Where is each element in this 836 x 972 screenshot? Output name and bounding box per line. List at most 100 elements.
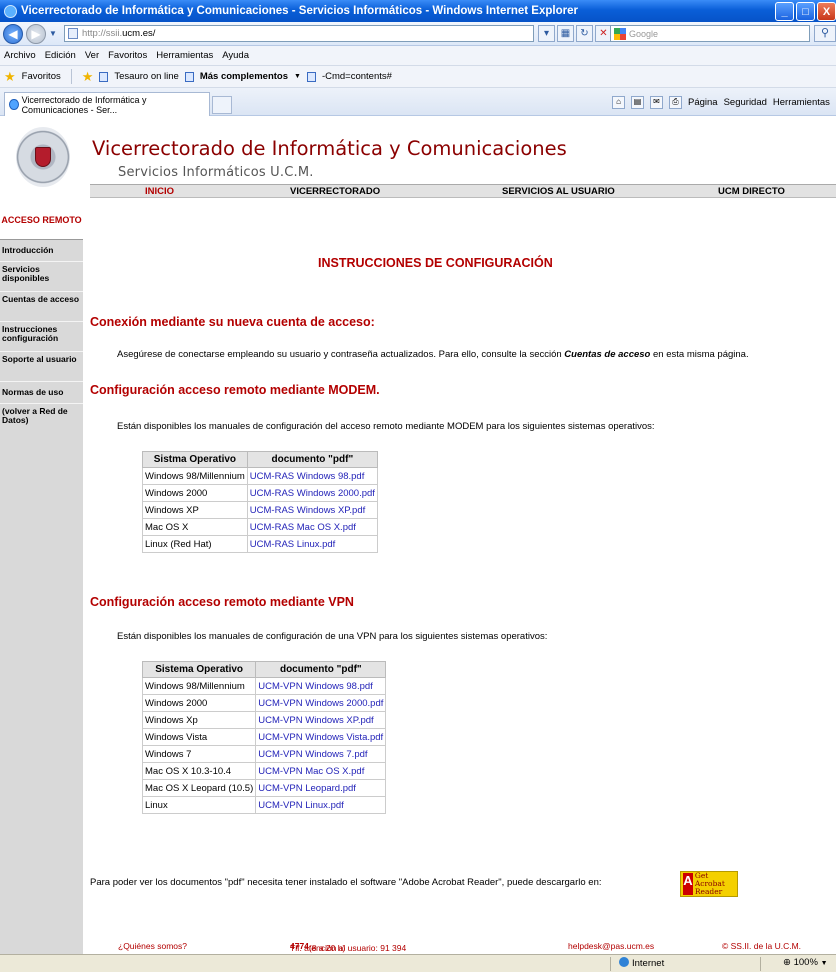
modem-table: Sistma Operativo documento "pdf" Windows… — [142, 451, 378, 553]
refresh-icon[interactable]: ↻ — [576, 25, 593, 42]
pdf-link[interactable]: UCM-RAS Windows 2000.pdf — [250, 488, 375, 499]
sidebar-item-soporte[interactable]: Soporte al usuario — [0, 352, 83, 382]
forward-button[interactable]: ▶ — [26, 23, 46, 44]
sidebar-item-normas[interactable]: Normas de uso — [0, 382, 83, 404]
security-zone[interactable]: Internet — [610, 957, 710, 971]
menu-archivo[interactable]: Archivo — [4, 50, 36, 61]
zoom-label: 100% — [793, 957, 818, 968]
tab-title: Vicerrectorado de Informática y Comunica… — [21, 94, 147, 115]
history-dropdown-icon[interactable]: ▼ — [49, 29, 57, 38]
pdf-link[interactable]: UCM-VPN Windows 7.pdf — [258, 749, 367, 760]
pdf-link[interactable]: UCM-RAS Windows XP.pdf — [250, 505, 365, 516]
sidebar-item-instrucciones[interactable]: Instrucciones configuración — [0, 322, 83, 352]
back-button[interactable]: ◀ — [3, 23, 23, 44]
menu-herramientas[interactable]: Herramientas — [156, 50, 213, 61]
sidebar-item-servicios[interactable]: Servicios disponibles — [0, 262, 83, 292]
acrobat-name-label: Acrobat Reader — [694, 879, 725, 896]
adobe-icon: A — [683, 873, 693, 895]
favorites-button[interactable]: Favoritos — [22, 71, 61, 82]
section-cuenta-title: Conexión mediante su nueva cuenta de acc… — [90, 315, 375, 329]
nav-inicio[interactable]: INICIO — [145, 186, 174, 197]
ie-icon — [9, 99, 19, 110]
pdf-link[interactable]: UCM-VPN Windows 98.pdf — [258, 681, 373, 692]
compat-icon[interactable]: ▦ — [557, 25, 574, 42]
pdf-link[interactable]: UCM-VPN Mac OS X.pdf — [258, 766, 364, 777]
search-icon[interactable]: ⚲ — [814, 25, 836, 42]
cuentas-acceso-link[interactable]: Cuentas de acceso — [564, 349, 650, 360]
os-cell: Windows 2000 — [141, 694, 257, 712]
section-vpn-title: Configuración acceso remoto mediante VPN — [90, 595, 354, 609]
fav-link-complementos[interactable]: Más complementos — [200, 71, 288, 82]
os-cell: Windows 98/Millennium — [142, 467, 248, 485]
url-dropdown-icon[interactable]: ▾ — [538, 25, 555, 42]
address-bar: ◀ ▶ ▼ http://ssii. ucm.es/ ▾ ▦ ↻ ✕ Google… — [0, 22, 836, 46]
url-prefix: http://ssii. — [82, 28, 123, 39]
zoom-icon: ⊕ — [783, 957, 791, 968]
footer-email-link[interactable]: helpdesk@pas.ucm.es — [568, 941, 654, 951]
sidebar-item-introduccion[interactable]: Introducción — [0, 240, 83, 262]
page-viewport: Vicerrectorado de Informática y Comunica… — [0, 117, 836, 954]
page-icon — [306, 71, 316, 82]
url-input[interactable]: http://ssii. ucm.es/ — [64, 25, 534, 42]
mail-icon[interactable]: ✉ — [650, 96, 663, 109]
sidebar: ACCESO REMOTO Introducción Servicios dis… — [0, 203, 83, 954]
print-icon[interactable]: ⎙ — [669, 96, 682, 109]
home-icon[interactable]: ⌂ — [612, 96, 625, 109]
seguridad-menu[interactable]: Seguridad — [724, 97, 767, 108]
footer-copyright: © SS.II. de la U.C.M. — [722, 941, 802, 951]
acrobat-reader-button[interactable]: A Get Acrobat Reader — [680, 871, 738, 897]
sidebar-item-cuentas[interactable]: Cuentas de acceso — [0, 292, 83, 322]
favorites-star-icon[interactable]: ★ — [4, 69, 16, 85]
nav-ucm-directo[interactable]: UCM DIRECTO — [718, 186, 785, 197]
sidebar-item-volver[interactable]: (volver a Red de Datos) — [0, 404, 83, 434]
table-header: documento "pdf" — [246, 451, 378, 468]
maximize-button[interactable]: □ — [796, 2, 815, 21]
table-header: Sistma Operativo — [142, 451, 248, 468]
table-header: Sistema Operativo — [141, 661, 257, 678]
zoom-control[interactable]: ⊕ 100% ▼ — [760, 957, 836, 971]
url-domain: ucm.es/ — [122, 28, 156, 39]
minimize-button[interactable]: _ — [775, 2, 794, 21]
nav-vicerrectorado[interactable]: VICERRECTORADO — [290, 186, 380, 197]
search-placeholder: Google — [629, 28, 659, 39]
add-favorite-icon[interactable]: ★ — [82, 69, 94, 85]
feeds-icon[interactable]: ▤ — [631, 96, 644, 109]
chevron-down-icon[interactable]: ▼ — [294, 73, 301, 80]
menu-edicion[interactable]: Edición — [45, 50, 76, 61]
ie-icon — [4, 4, 17, 18]
fav-link-cmd[interactable]: -Cmd=contents# — [322, 71, 392, 82]
os-cell: Windows Xp — [141, 711, 257, 729]
herramientas-menu[interactable]: Herramientas — [773, 97, 830, 108]
search-input[interactable]: Google — [610, 25, 810, 42]
browser-tab[interactable]: Vicerrectorado de Informática y Comunica… — [4, 92, 210, 116]
table-row: Windows XP UCM-RAS Windows XP.pdf — [142, 501, 378, 519]
table-row: Windows Xp UCM-VPN Windows XP.pdf — [141, 711, 387, 729]
pdf-link[interactable]: UCM-VPN Windows XP.pdf — [258, 715, 373, 726]
pagina-menu[interactable]: Página — [688, 97, 718, 108]
os-cell: Windows Vista — [141, 728, 257, 746]
menu-ayuda[interactable]: Ayuda — [222, 50, 249, 61]
os-cell: Linux — [141, 796, 257, 814]
menu-favoritos[interactable]: Favoritos — [108, 50, 147, 61]
nav-servicios-usuario[interactable]: SERVICIOS AL USUARIO — [502, 186, 615, 197]
page-title: INSTRUCCIONES DE CONFIGURACIÓN — [318, 256, 553, 270]
table-row: Windows 2000 UCM-VPN Windows 2000.pdf — [141, 694, 387, 712]
footer-who-link[interactable]: ¿Quiénes somos? — [118, 941, 187, 951]
pdf-link[interactable]: UCM-VPN Leopard.pdf — [258, 783, 356, 794]
page-icon — [68, 28, 78, 39]
fav-link-tesauro[interactable]: Tesauro on line — [114, 71, 178, 82]
new-tab-button[interactable] — [212, 96, 232, 114]
pdf-link[interactable]: UCM-VPN Windows Vista.pdf — [258, 732, 383, 743]
pdf-link[interactable]: UCM-RAS Linux.pdf — [250, 539, 336, 550]
pdf-link[interactable]: UCM-VPN Windows 2000.pdf — [258, 698, 383, 709]
pdf-link[interactable]: UCM-RAS Windows 98.pdf — [250, 471, 365, 482]
table-row: Windows Vista UCM-VPN Windows Vista.pdf — [141, 728, 387, 746]
table-row: Windows 7 UCM-VPN Windows 7.pdf — [141, 745, 387, 763]
pdf-link[interactable]: UCM-VPN Linux.pdf — [258, 800, 344, 811]
pdf-link[interactable]: UCM-RAS Mac OS X.pdf — [250, 522, 356, 533]
table-row: Windows 98/Millennium UCM-RAS Windows 98… — [142, 467, 378, 485]
section-cuenta-text-a: Asegúrese de conectarse empleando su usu… — [117, 349, 565, 360]
close-button[interactable]: X — [817, 2, 836, 21]
os-cell: Windows 98/Millennium — [141, 677, 257, 695]
menu-ver[interactable]: Ver — [85, 50, 99, 61]
